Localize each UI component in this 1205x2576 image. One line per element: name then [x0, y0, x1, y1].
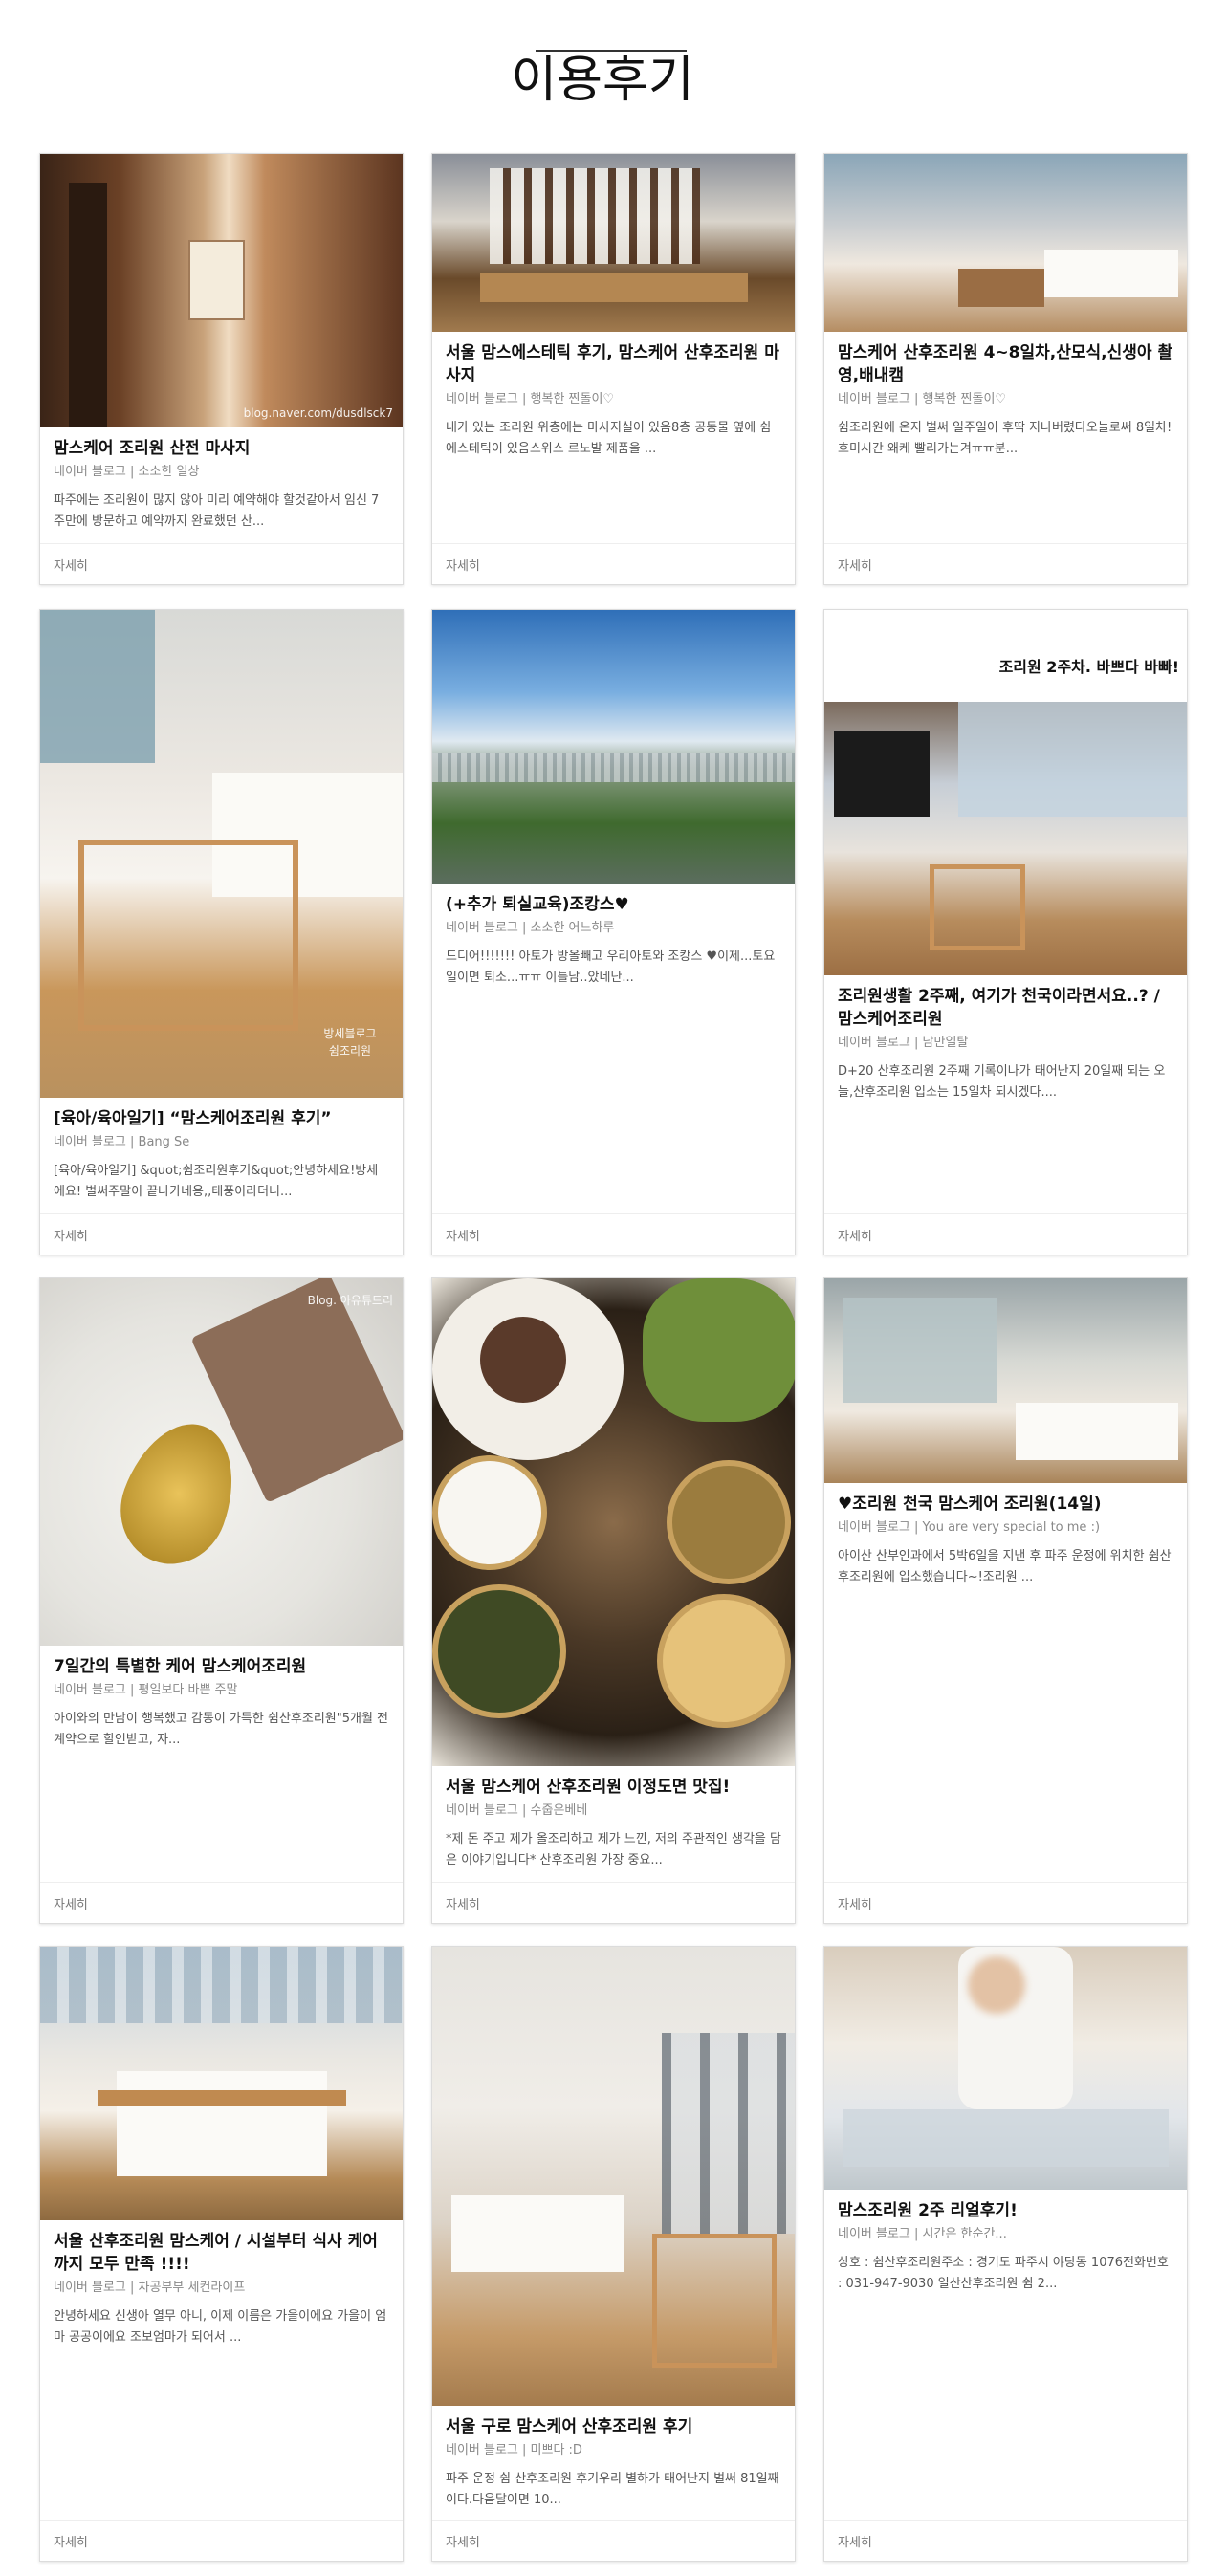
card-image: blog.naver.com/dusdlsck7 — [40, 154, 403, 427]
page-header: 이용후기 — [0, 0, 1205, 153]
card-excerpt: 드디어!!!!!!! 아토가 방올빼고 우리아토와 조캉스 ♥이제...토요일이… — [446, 950, 776, 985]
review-card[interactable]: (+추가 퇴실교육)조캉스♥ 네이버 블로그 | 소소한 어느하루 드디어!!!… — [431, 609, 796, 1255]
card-meta: 네이버 블로그 | 남만일탈 — [838, 1036, 969, 1050]
more-link[interactable]: 자세히 — [54, 556, 88, 574]
more-link[interactable]: 자세히 — [446, 1894, 480, 1912]
card-title[interactable]: 서울 맘스케어 산후조리원 이정도면 맛집! — [446, 1776, 781, 1799]
card-title[interactable]: (+추가 퇴실교육)조캉스♥ — [446, 893, 781, 916]
card-title[interactable]: 서울 맘스에스테틱 후기, 맘스케어 산후조리원 마사지 — [446, 341, 781, 387]
card-footer: 자세히 — [824, 543, 1187, 584]
card-image — [40, 1947, 403, 2220]
card-meta: 네이버 블로그 | 소소한 어느하루 — [446, 921, 615, 935]
image-watermark: Blog. 아유튜드리 — [307, 1294, 393, 1307]
card-title[interactable]: 맘스케어 조리원 산전 마사지 — [54, 437, 389, 460]
card-excerpt: D+20 산후조리원 2주째 기록이나가 태어난지 20일째 되는 오늘,산후조… — [838, 1064, 1166, 1100]
card-image — [824, 154, 1187, 332]
card-excerpt: [육아/육아일기] &quot;쉼조리원후기&quot;안녕하세요!방세에요! … — [54, 1164, 379, 1199]
more-link[interactable]: 자세히 — [54, 1226, 88, 1244]
card-title[interactable]: 조리원생활 2주째, 여기가 천국이라면서요..? / 맘스케어조리원 — [838, 985, 1173, 1031]
review-card[interactable]: blog.naver.com/dusdlsck7 맘스케어 조리원 산전 마사지… — [39, 153, 404, 585]
card-footer: 자세히 — [824, 2520, 1187, 2561]
card-footer: 자세히 — [432, 1213, 795, 1255]
review-card[interactable]: 방세블로그 쉼조리원 [육아/육아일기] “맘스케어조리원 후기” 네이버 블로… — [39, 609, 404, 1255]
card-meta: 네이버 블로그 | 소소한 일상 — [54, 465, 200, 479]
more-link[interactable]: 자세히 — [838, 556, 872, 574]
review-card[interactable]: 서울 산후조리원 맘스케어 / 시설부터 식사 케어까지 모두 만족 !!!! … — [39, 1946, 404, 2562]
card-footer: 자세히 — [40, 1213, 403, 1255]
card-footer: 자세히 — [40, 543, 403, 584]
card-excerpt: *제 돈 주고 제가 올조리하고 제가 느낀, 저의 주관적인 생각을 담은 이… — [446, 1832, 781, 1867]
card-title[interactable]: 서울 산후조리원 맘스케어 / 시설부터 식사 케어까지 모두 만족 !!!! — [54, 2230, 389, 2276]
card-image — [432, 1278, 795, 1766]
card-meta: 네이버 블로그 | 시간은 한순간... — [838, 2227, 1007, 2241]
card-excerpt: 상호 : 쉼산후조리원주소 : 경기도 파주시 야당동 1076전화번호 : 0… — [838, 2256, 1169, 2291]
review-card[interactable]: 맘스케어 산후조리원 4~8일차,산모식,신생아 촬영,배내캠 네이버 블로그 … — [823, 153, 1188, 585]
card-footer: 자세히 — [432, 1882, 795, 1923]
card-image — [432, 1947, 795, 2406]
image-watermark: 방세블로그 쉼조리원 — [323, 1027, 377, 1058]
page-title: 이용후기 — [511, 52, 694, 109]
card-meta: 네이버 블로그 | 평일보다 바쁜 주말 — [54, 1683, 238, 1697]
card-excerpt: 파주에는 조리원이 많지 않아 미리 예약해야 할것같아서 임신 7주만에 방문… — [54, 493, 380, 529]
card-excerpt: 쉼조리원에 온지 벌써 일주일이 후딱 지나버렸다오늘로써 8일차! 흐미시간 … — [838, 421, 1172, 456]
card-image — [824, 702, 1187, 975]
card-title[interactable]: [육아/육아일기] “맘스케어조리원 후기” — [54, 1107, 389, 1130]
more-link[interactable]: 자세히 — [838, 1226, 872, 1244]
more-link[interactable]: 자세히 — [838, 1894, 872, 1912]
card-title[interactable]: 맘스조리원 2주 리얼후기! — [838, 2199, 1173, 2222]
card-image — [824, 1947, 1187, 2190]
card-image — [432, 610, 795, 884]
card-footer: 자세히 — [824, 1882, 1187, 1923]
more-link[interactable]: 자세히 — [446, 2532, 480, 2550]
review-card[interactable]: 조리원 2주차. 바쁘다 바빠! 조리원생활 2주째, 여기가 천국이라면서요.… — [823, 609, 1188, 1255]
card-meta: 네이버 블로그 | You are very special to me :) — [838, 1520, 1101, 1535]
review-card[interactable]: Blog. 아유튜드리 7일간의 특별한 케어 맘스케어조리원 네이버 블로그 … — [39, 1277, 404, 1924]
card-meta: 네이버 블로그 | Bang Se — [54, 1135, 190, 1149]
card-image — [432, 154, 795, 332]
card-image: 방세블로그 쉼조리원 — [40, 610, 403, 1098]
review-card[interactable]: 맘스조리원 2주 리얼후기! 네이버 블로그 | 시간은 한순간... 상호 :… — [823, 1946, 1188, 2562]
card-image: Blog. 아유튜드리 — [40, 1278, 403, 1646]
card-excerpt: 내가 있는 조리원 위층에는 마사지실이 있음8층 공동물 옆에 쉼 에스테틱이… — [446, 421, 772, 456]
review-card[interactable]: 서울 맘스케어 산후조리원 이정도면 맛집! 네이버 블로그 | 수줍은베베 *… — [431, 1277, 796, 1924]
card-excerpt: 아이산 산부인과에서 5박6일을 지낸 후 파주 운정에 위치한 쉼산후조리원에… — [838, 1549, 1172, 1584]
card-title[interactable]: 7일간의 특별한 케어 맘스케어조리원 — [54, 1655, 389, 1678]
card-excerpt: 아이와의 만남이 행복했고 감동이 가득한 쉼산후조리원"5개월 전 계약으로 … — [54, 1712, 389, 1747]
card-footer: 자세히 — [432, 543, 795, 584]
review-card[interactable]: 서울 구로 맘스케어 산후조리원 후기 네이버 블로그 | 미쁘다 :D 파주 … — [431, 1946, 796, 2562]
card-meta: 네이버 블로그 | 수줍은베베 — [446, 1803, 588, 1818]
review-card[interactable]: ♥조리원 천국 맘스케어 조리원(14일) 네이버 블로그 | You are … — [823, 1277, 1188, 1924]
card-excerpt: 파주 운정 쉼 산후조리원 후기우리 별하가 태어난지 벌써 81일째이다.다음… — [446, 2472, 779, 2507]
card-meta: 네이버 블로그 | 미쁘다 :D — [446, 2443, 582, 2457]
review-card[interactable]: 서울 맘스에스테틱 후기, 맘스케어 산후조리원 마사지 네이버 블로그 | 행… — [431, 153, 796, 585]
card-footer: 자세히 — [824, 1213, 1187, 1255]
more-link[interactable]: 자세히 — [54, 2532, 88, 2550]
card-excerpt: 안녕하세요 신생아 열무 아니, 이제 이름은 가을이에요 가을이 엄마 공공이… — [54, 2309, 387, 2345]
more-link[interactable]: 자세히 — [54, 1894, 88, 1912]
card-title[interactable]: 서울 구로 맘스케어 산후조리원 후기 — [446, 2415, 781, 2438]
image-caption: 조리원 2주차. 바쁘다 바빠! — [998, 658, 1179, 676]
card-footer: 자세히 — [40, 1882, 403, 1923]
card-title[interactable]: ♥조리원 천국 맘스케어 조리원(14일) — [838, 1493, 1173, 1516]
card-meta: 네이버 블로그 | 행복한 찐돌이♡ — [446, 392, 615, 406]
card-meta: 네이버 블로그 | 차공부부 세컨라이프 — [54, 2281, 246, 2295]
card-image — [824, 1278, 1187, 1483]
more-link[interactable]: 자세히 — [446, 556, 480, 574]
more-link[interactable]: 자세히 — [446, 1226, 480, 1244]
card-title[interactable]: 맘스케어 산후조리원 4~8일차,산모식,신생아 촬영,배내캠 — [838, 341, 1173, 387]
card-meta: 네이버 블로그 | 행복한 찐돌이♡ — [838, 392, 1007, 406]
image-watermark: blog.naver.com/dusdlsck7 — [243, 406, 393, 420]
card-footer: 자세히 — [40, 2520, 403, 2561]
more-link[interactable]: 자세히 — [838, 2532, 872, 2550]
card-footer: 자세히 — [432, 2520, 795, 2561]
